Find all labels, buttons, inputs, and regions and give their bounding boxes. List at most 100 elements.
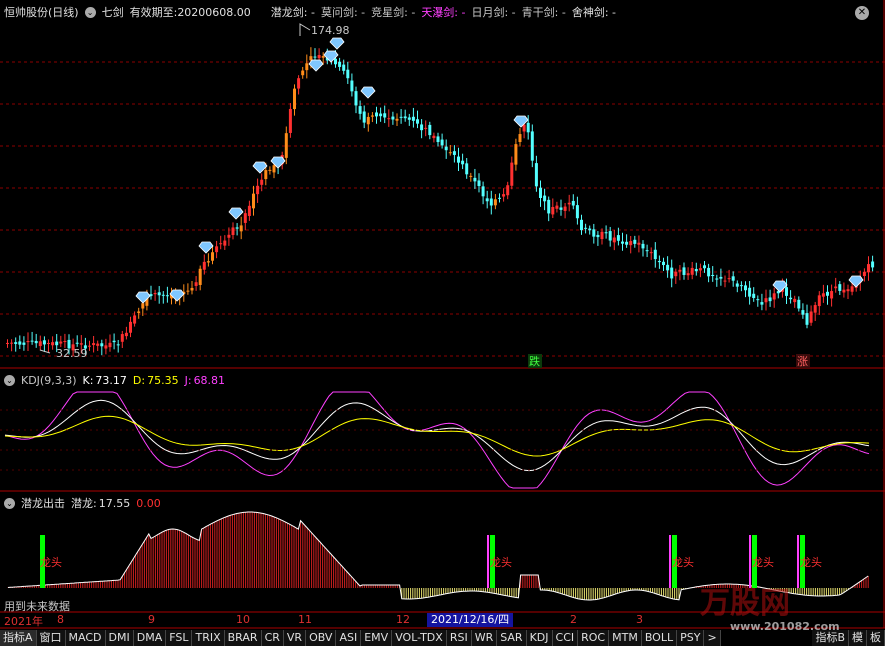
ql-marker-label: 龙头: [490, 556, 512, 569]
chart-canvas[interactable]: 龙头 龙头 龙头 龙头 龙头 174.98 32.59 跌 涨: [0, 0, 885, 646]
candle-body: [830, 291, 834, 299]
candle-body: [63, 340, 67, 342]
tab-10[interactable]: OBV: [306, 630, 337, 646]
candle-body: [526, 122, 530, 133]
candle-body: [403, 116, 407, 119]
collapse-icon[interactable]: ⌄: [4, 374, 15, 386]
tab-16[interactable]: SAR: [497, 630, 527, 646]
axis-month-8: 8: [57, 613, 64, 626]
candle-body: [137, 311, 141, 313]
ql-marker-label: 龙头: [672, 556, 694, 569]
candle-body: [600, 231, 604, 240]
tab-17[interactable]: KDJ: [526, 630, 553, 646]
candle-body: [752, 293, 756, 299]
candle-body: [498, 197, 501, 199]
tab-4[interactable]: DMA: [133, 630, 167, 646]
tab-11[interactable]: ASI: [336, 630, 362, 646]
d-value: 75.35: [147, 373, 179, 387]
candle-body: [867, 264, 870, 273]
candle-body: [748, 287, 752, 297]
candlestick-series: [6, 23, 875, 357]
candle-body: [502, 194, 506, 197]
tab-7[interactable]: BRAR: [224, 630, 262, 646]
collapse-icon[interactable]: ⌄: [84, 6, 96, 18]
candle-body: [522, 124, 526, 132]
candle-body: [88, 345, 91, 347]
tab-12[interactable]: EMV: [361, 630, 393, 646]
candle-body: [580, 219, 583, 231]
tab-21[interactable]: BOLL: [641, 630, 678, 646]
tab-2[interactable]: MACD: [65, 630, 106, 646]
candle-body: [448, 152, 452, 154]
up-tag: 涨: [797, 355, 808, 368]
validity-date: 20200608.00: [177, 5, 251, 19]
tab-8[interactable]: CR: [261, 630, 284, 646]
tab-5[interactable]: FSL: [166, 630, 193, 646]
candle-body: [493, 199, 497, 206]
candle-body: [641, 243, 645, 249]
axis-year: 2021年: [4, 615, 43, 628]
tab-20[interactable]: MTM: [609, 630, 642, 646]
indicator-name: 七剑: [101, 6, 124, 19]
candle-body: [698, 268, 702, 271]
candle-body: [850, 286, 854, 292]
gem-icon: [198, 241, 214, 254]
tab-3[interactable]: DMI: [105, 630, 134, 646]
candle-body: [674, 271, 678, 277]
candle-body: [383, 113, 387, 118]
candle-body: [707, 267, 711, 277]
candle-body: [686, 273, 690, 276]
sword-item-1: 莫问剑: -: [320, 6, 366, 19]
candle-body: [797, 299, 801, 309]
gem-icon: [308, 59, 324, 72]
candle-body: [42, 340, 46, 345]
tab-0[interactable]: 指标A: [0, 630, 37, 646]
tab-18[interactable]: CCI: [552, 630, 579, 646]
collapse-icon[interactable]: ⌄: [4, 497, 15, 509]
header-bar: 恒帅股份(日线) ⌄ 七剑 有效期至: 20200608.00 潜龙剑: - 莫问…: [4, 3, 885, 21]
tab-14[interactable]: RSI: [446, 630, 472, 646]
candle-body: [354, 91, 358, 106]
candle-body: [768, 297, 772, 302]
close-icon[interactable]: ✕: [855, 6, 869, 20]
tab-15[interactable]: WR: [471, 630, 498, 646]
candle-body: [465, 163, 469, 175]
candle-body: [227, 234, 231, 238]
candle-body: [846, 289, 850, 292]
tab-19[interactable]: ROC: [578, 630, 610, 646]
candle-body: [694, 268, 698, 272]
candle-body: [444, 146, 448, 151]
candle-body: [129, 321, 132, 333]
candle-body: [715, 278, 719, 280]
candle-body: [457, 156, 460, 163]
candle-body: [670, 267, 674, 279]
axis-month-11: 11: [298, 613, 312, 626]
candle-body: [96, 343, 100, 346]
candle-body: [817, 295, 821, 307]
tab-6[interactable]: TRIX: [192, 630, 225, 646]
axis-month-10: 10: [236, 613, 250, 626]
candle-body: [469, 175, 473, 177]
tab-9[interactable]: VR: [283, 630, 307, 646]
candle-body: [22, 342, 26, 345]
svg-text:万股网: 万股网: [700, 586, 790, 621]
gem-icon: [329, 37, 345, 50]
candle-body: [604, 232, 608, 234]
candle-body: [358, 106, 362, 114]
candle-body: [272, 165, 276, 173]
gem-icon: [169, 289, 185, 302]
candle-body: [379, 113, 383, 117]
sword-item-4: 日月剑: -: [471, 6, 516, 19]
candle-body: [26, 340, 30, 343]
candle-body: [625, 241, 629, 245]
signal-gem-icons: [135, 37, 864, 304]
tab-13[interactable]: VOL-TDX: [392, 630, 447, 646]
candle-body: [100, 343, 104, 347]
candle-body: [190, 287, 194, 291]
kdj-title: KDJ(9,3,3): [21, 373, 77, 387]
tab-1[interactable]: 窗口: [36, 630, 66, 646]
candle-body: [108, 342, 112, 348]
candle-body: [120, 334, 124, 342]
watermark-logo: 万股网 www.201082.com: [700, 586, 840, 633]
price-grid: [0, 0, 885, 629]
